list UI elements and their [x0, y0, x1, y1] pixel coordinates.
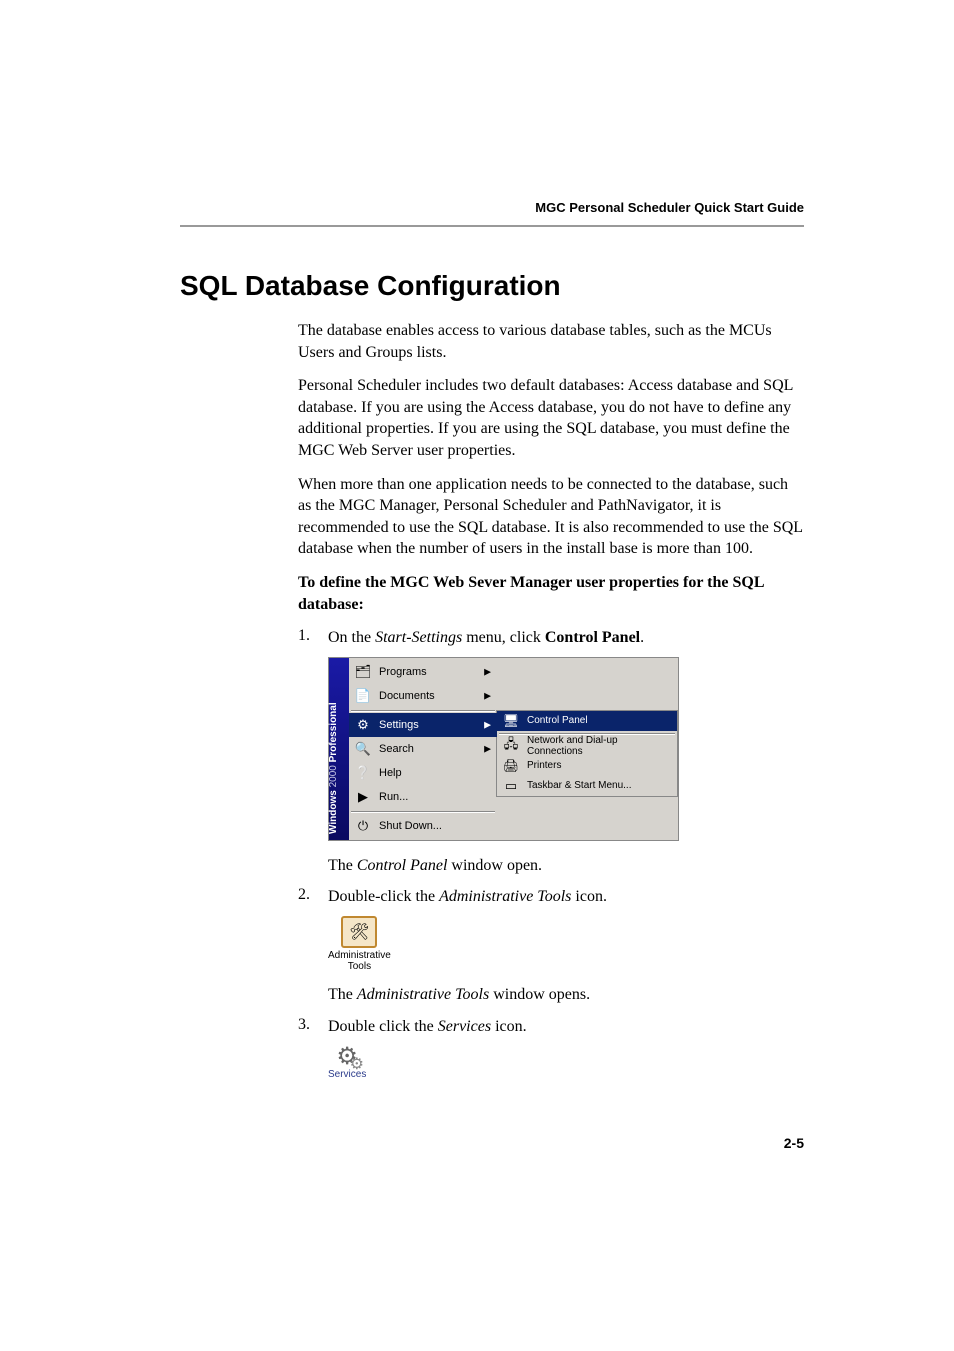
submenu-arrow-icon: ▶	[484, 719, 491, 730]
control-panel-icon: 🖥	[503, 713, 519, 729]
taskbar-icon: ▭	[503, 778, 519, 794]
submenu-item-printers[interactable]: 🖨 Printers	[497, 756, 677, 776]
settings-icon: ⚙	[355, 717, 371, 733]
menu-separator	[499, 733, 675, 734]
run-icon: ▶	[355, 789, 371, 805]
list-item: 1. On the Start-Settings menu, click Con…	[298, 627, 804, 649]
paragraph: When more than one application needs to …	[298, 474, 804, 560]
services-icon[interactable]: ⚙⚙	[336, 1045, 358, 1069]
menu-item-search[interactable]: 🔍 Search ▶	[349, 737, 497, 761]
submenu-item-control-panel[interactable]: 🖥 Control Panel	[497, 711, 677, 731]
submenu-arrow-icon: ▶	[484, 690, 491, 701]
step-number: 1.	[298, 627, 328, 649]
icon-label: Administrative Tools	[328, 950, 391, 972]
shutdown-icon: ⏻	[355, 818, 371, 834]
printers-icon: 🖨	[503, 758, 519, 774]
submenu-item-network[interactable]: 🖧 Network and Dial-up Connections	[497, 736, 677, 756]
body-column: The database enables access to various d…	[298, 320, 804, 1082]
step-followup: The Control Panel window open.	[328, 855, 804, 877]
start-menu-main: 🗂 Programs ▶ 📄 Documents ▶	[349, 658, 497, 840]
start-menu-screenshot: Windows 2000 Professional 🗂 Programs ▶ 📄	[328, 657, 804, 845]
services-icon-figure: ⚙⚙ Services	[328, 1045, 804, 1082]
menu-separator	[351, 710, 495, 711]
admin-tools-icon[interactable]: 🛠	[341, 916, 377, 948]
start-menu-brand-strip: Windows 2000 Professional	[329, 658, 349, 840]
procedure-list: 1. On the Start-Settings menu, click Con…	[298, 627, 804, 649]
step-followup: The Administrative Tools window opens.	[328, 984, 804, 1006]
procedure-list: 3. Double click the Services icon.	[298, 1016, 804, 1038]
documents-icon: 📄	[355, 688, 371, 704]
paragraph: Personal Scheduler includes two default …	[298, 375, 804, 461]
menu-separator	[351, 811, 495, 812]
step-number: 2.	[298, 886, 328, 908]
list-item: 2. Double-click the Administrative Tools…	[298, 886, 804, 908]
step-text: On the Start-Settings menu, click Contro…	[328, 627, 804, 649]
menu-item-documents[interactable]: 📄 Documents ▶	[349, 684, 497, 708]
header-rule	[180, 225, 804, 227]
procedure-list: 2. Double-click the Administrative Tools…	[298, 886, 804, 908]
document-page: MGC Personal Scheduler Quick Start Guide…	[0, 0, 954, 1351]
submenu-item-taskbar[interactable]: ▭ Taskbar & Start Menu...	[497, 776, 677, 796]
settings-submenu: 🖥 Control Panel 🖧 Network and Dial-up Co…	[496, 710, 678, 797]
paragraph: The database enables access to various d…	[298, 320, 804, 363]
search-icon: 🔍	[355, 741, 371, 757]
submenu-arrow-icon: ▶	[484, 743, 491, 754]
list-item: 3. Double click the Services icon.	[298, 1016, 804, 1038]
page-header-title: MGC Personal Scheduler Quick Start Guide	[535, 200, 804, 215]
page-number: 2-5	[784, 1135, 804, 1151]
section-heading: SQL Database Configuration	[180, 270, 804, 302]
step-number: 3.	[298, 1016, 328, 1038]
programs-icon: 🗂	[355, 664, 371, 680]
submenu-arrow-icon: ▶	[484, 666, 491, 677]
menu-item-programs[interactable]: 🗂 Programs ▶	[349, 660, 497, 684]
help-icon: ❔	[355, 765, 371, 781]
menu-item-help[interactable]: ❔ Help	[349, 761, 497, 785]
admin-tools-icon-figure: 🛠 Administrative Tools	[328, 916, 804, 974]
content: SQL Database Configuration The database …	[180, 270, 804, 1082]
menu-item-run[interactable]: ▶ Run...	[349, 785, 497, 809]
network-icon: 🖧	[503, 738, 519, 754]
menu-item-shutdown[interactable]: ⏻ Shut Down...	[349, 814, 497, 838]
step-text: Double click the Services icon.	[328, 1016, 804, 1038]
step-text: Double-click the Administrative Tools ic…	[328, 886, 804, 908]
menu-item-settings[interactable]: ⚙ Settings ▶	[349, 713, 497, 737]
procedure-heading: To define the MGC Web Sever Manager user…	[298, 572, 804, 615]
